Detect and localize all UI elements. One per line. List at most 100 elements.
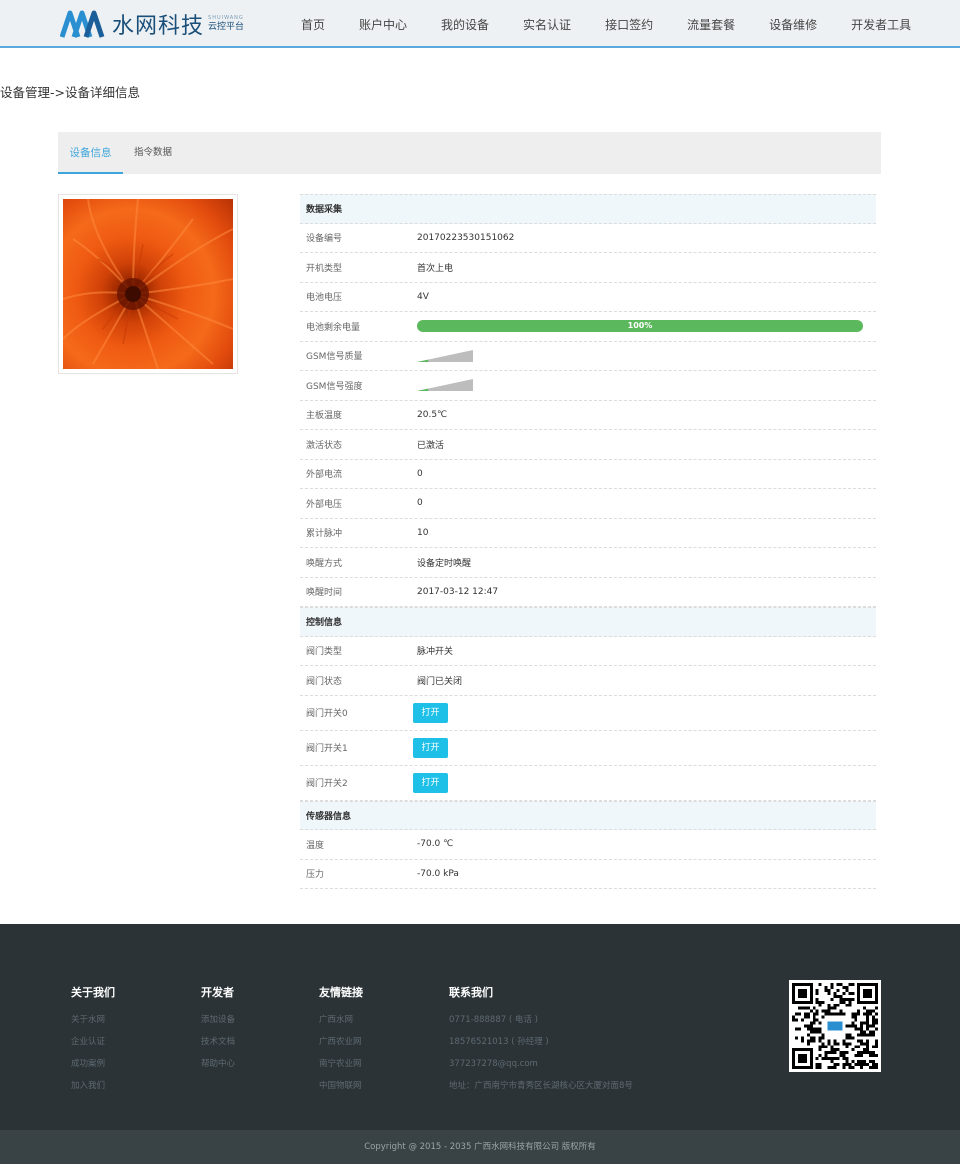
row-label: GSM信号质量 [306,352,363,363]
table-row: 累计脉冲 10 [300,519,876,548]
section-title: 控制信息 [306,618,343,629]
row-label: 阀门开关2 [306,779,348,789]
external-current-value: 0 [417,468,423,479]
copyright: Copyright @ 2015 - 2035 广西水网科技有限公司 版权所有 [0,1130,960,1164]
device-photo [63,199,233,369]
table-row: 阀门开关1 打开 [300,731,876,766]
logo-pinyin: SHUIWANG [208,15,244,21]
gsm-strength-signal-icon [417,379,473,392]
table-row: 阀门开关0 打开 [300,696,876,731]
pulse-count-value: 10 [417,527,429,538]
footer-link[interactable]: 关于水网 [71,1009,115,1031]
footer-col-title: 关于我们 [71,986,115,999]
valve-type-value: 脉冲开关 [417,647,454,658]
valve-status-value: 阀门已关闭 [417,676,463,687]
row-label: 激活状态 [306,440,343,451]
table-row: GSM信号强度 [300,371,876,401]
section-title: 传感器信息 [306,811,352,822]
row-label: 主板温度 [306,411,343,422]
footer-col-about: 关于我们 关于水网 企业认证 成功案例 加入我们 [71,984,115,1097]
row-label: 阀门状态 [306,676,343,687]
nav-home[interactable]: 首页 [284,16,342,33]
logo-name: 水网科技 [112,14,205,39]
row-label: 外部电压 [306,499,343,510]
section-title: 数据采集 [306,205,343,216]
tab-command-data[interactable]: 指令数据 [123,132,183,174]
footer-link[interactable]: 广西农业网 [319,1031,363,1053]
table-row: 压力 -70.0 kPa [300,860,876,889]
footer-link[interactable]: 帮助中心 [201,1053,235,1075]
battery-progress-bar: 100% [417,320,863,333]
nav-device-repair[interactable]: 设备维修 [752,16,834,33]
row-label: GSM信号强度 [306,381,363,392]
row-label: 阀门开关0 [306,709,348,719]
table-row: 电池剩余电量 100% [300,312,876,342]
logo-tagline: 云控平台 [208,22,245,32]
activation-status-value: 已激活 [417,440,445,451]
footer-col-title: 友情链接 [319,986,363,999]
valve-2-open-button[interactable]: 打开 [413,772,448,793]
row-label: 外部电流 [306,470,343,481]
valve-1-open-button[interactable]: 打开 [413,737,448,758]
battery-voltage-value: 4V [417,291,429,302]
footer-link[interactable]: 添加设备 [201,1009,235,1031]
valve-0-open-button[interactable]: 打开 [413,702,448,723]
footer-col-developer: 开发者 添加设备 技术文档 帮助中心 [201,984,235,1075]
nav-data-plans[interactable]: 流量套餐 [670,16,752,33]
logo-mark-icon [60,9,108,39]
device-photo-frame [58,194,238,374]
row-label: 唤醒时间 [306,588,343,599]
table-row: 主板温度 20.5℃ [300,401,876,430]
footer-link[interactable]: 企业认证 [71,1031,115,1053]
tab-device-info[interactable]: 设备信息 [58,132,123,174]
temperature-value: -70.0 ℃ [417,839,454,850]
nav-dev-tools[interactable]: 开发者工具 [834,16,928,33]
footer-link[interactable]: 成功案例 [71,1053,115,1075]
footer-col-contact: 联系我们 0771-888887 ( 电话 ) 18576521013 ( 孙经… [449,984,633,1097]
table-row: GSM信号质量 [300,342,876,371]
row-label: 设备编号 [306,234,343,245]
external-voltage-value: 0 [417,498,423,509]
table-row: 唤醒时间 2017-03-12 12:47 [300,578,876,607]
boot-type-value: 首次上电 [417,263,454,274]
table-row: 外部电流 0 [300,460,876,489]
breadcrumb: 设备管理->设备详细信息 [0,85,140,100]
brand-logo[interactable]: 水网科技 SHUIWANG 云控平台 [60,8,244,40]
section-data-collection: 数据采集 [300,194,876,224]
device-info-table: 数据采集 设备编号 20170223530151062 开机类型 首次上电 电池… [300,194,876,889]
nav-real-name[interactable]: 实名认证 [506,16,588,33]
row-label: 累计脉冲 [306,529,343,540]
main-nav: 首页 账户中心 我的设备 实名认证 接口签约 流量套餐 设备维修 开发者工具 [284,0,928,48]
table-row: 阀门类型 脉冲开关 [300,637,876,666]
qr-code-icon [789,980,881,1072]
section-control-info: 控制信息 [300,607,876,637]
row-label: 阀门开关1 [306,744,348,754]
footer-contact-address: 地址：广西南宁市青秀区长湖核心区大厦对面8号 [449,1081,633,1091]
row-label: 唤醒方式 [306,558,343,569]
wake-method-value: 设备定时唤醒 [417,558,472,569]
nav-my-devices[interactable]: 我的设备 [424,16,506,33]
table-row: 阀门开关2 打开 [300,766,876,801]
row-label: 开机类型 [306,263,343,274]
footer-link[interactable]: 广西水网 [319,1009,363,1031]
row-label: 电池剩余电量 [306,322,361,333]
table-row: 阀门状态 阀门已关闭 [300,666,876,696]
footer-link[interactable]: 技术文档 [201,1031,235,1053]
row-label: 阀门类型 [306,647,343,658]
table-row: 唤醒方式 设备定时唤醒 [300,548,876,578]
device-id-value: 20170223530151062 [417,232,515,243]
footer-contact-email[interactable]: 377237278@qq.com [449,1053,633,1075]
footer-col-title: 开发者 [201,986,234,999]
footer-col-links: 友情链接 广西水网 广西农业网 南宁农业网 中国物联网 [319,984,363,1097]
footer-contact-mobile: 18576521013 ( 孙经理 ) [449,1037,549,1047]
footer-link[interactable]: 中国物联网 [319,1075,363,1097]
footer-link[interactable]: 加入我们 [71,1075,115,1097]
tab-bar: 设备信息 指令数据 [58,132,881,174]
nav-api-contract[interactable]: 接口签约 [588,16,670,33]
top-header: 水网科技 SHUIWANG 云控平台 首页 账户中心 我的设备 实名认证 接口签… [0,0,960,48]
nav-account[interactable]: 账户中心 [342,16,424,33]
gsm-quality-signal-icon [417,349,473,362]
table-row: 设备编号 20170223530151062 [300,224,876,253]
footer-link[interactable]: 南宁农业网 [319,1053,363,1075]
row-label: 压力 [306,870,325,881]
